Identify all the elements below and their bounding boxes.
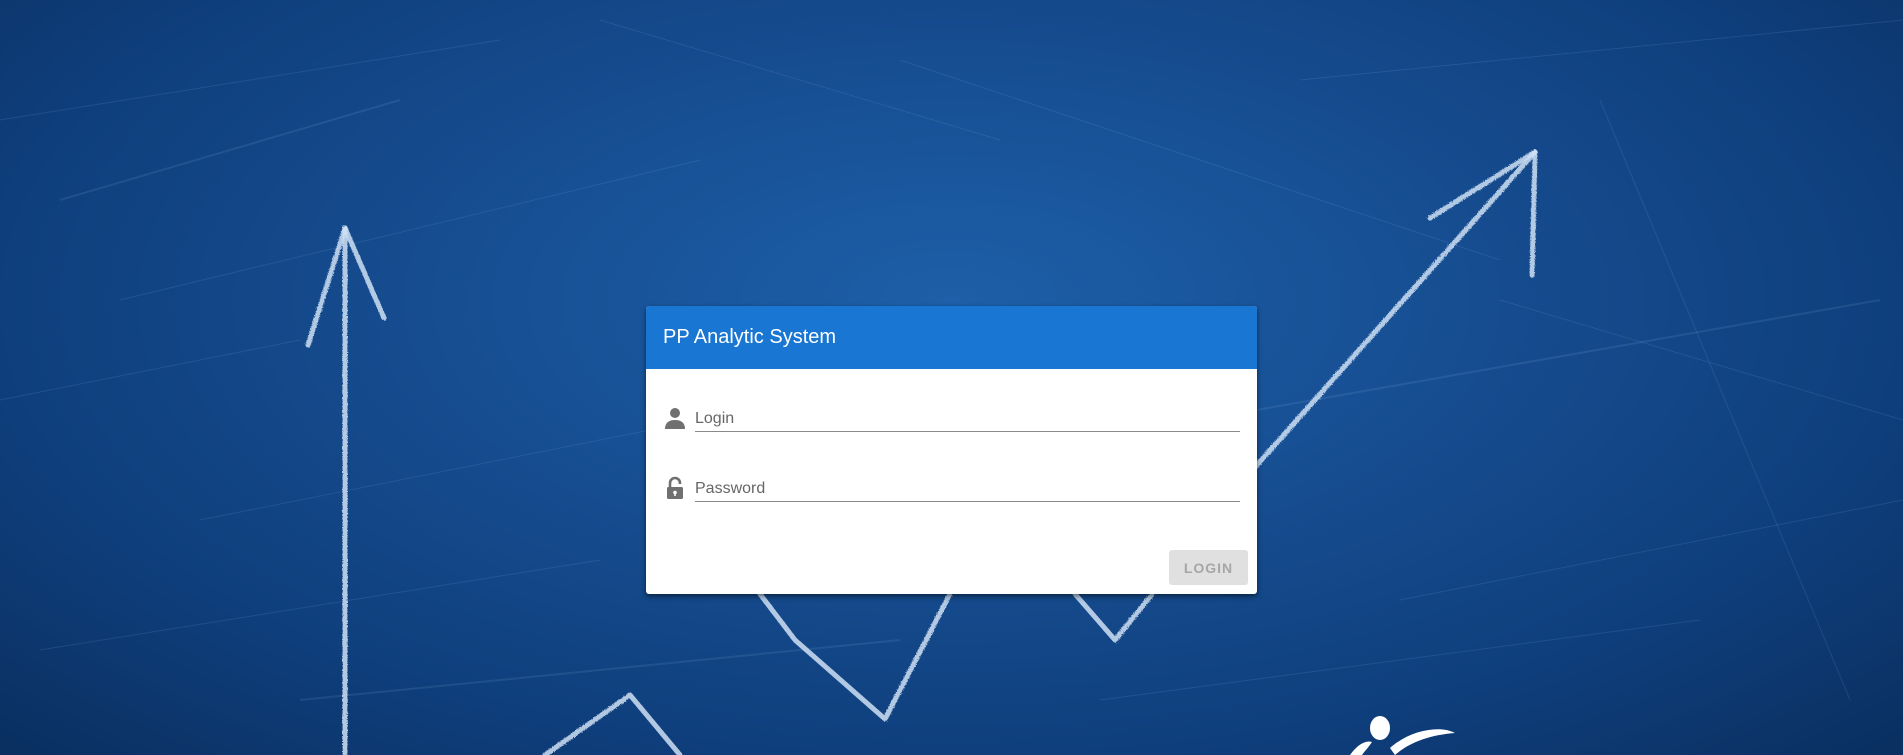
login-page: PP Analytic System LOGIN bbox=[0, 0, 1903, 755]
password-field-row bbox=[663, 472, 1240, 506]
chalk-axis bbox=[305, 225, 387, 755]
login-field-row bbox=[663, 402, 1240, 436]
app-title: PP Analytic System bbox=[663, 326, 837, 348]
lock-open-icon bbox=[667, 476, 683, 499]
user-icon bbox=[665, 408, 685, 429]
login-input[interactable] bbox=[695, 402, 1240, 432]
dialog-header: PP Analytic System bbox=[646, 306, 1257, 369]
login-dialog: PP Analytic System LOGIN bbox=[646, 306, 1257, 594]
password-input[interactable] bbox=[695, 472, 1240, 502]
login-button[interactable]: LOGIN bbox=[1169, 550, 1248, 585]
logo-mark bbox=[1350, 716, 1455, 755]
